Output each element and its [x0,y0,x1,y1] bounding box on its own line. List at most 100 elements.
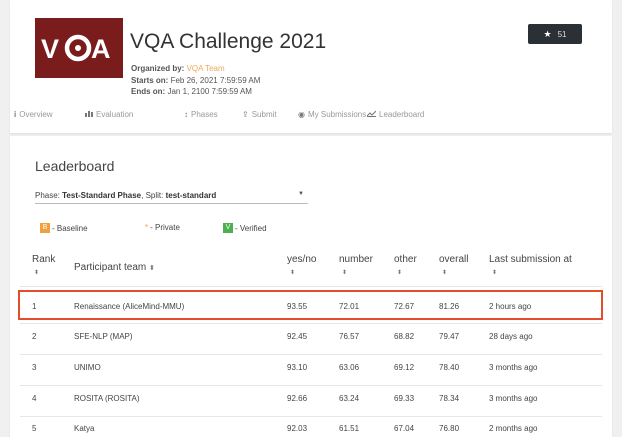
tab-label: Phases [191,110,218,119]
starts-on-label: Starts on: [131,76,169,85]
private-star-icon: * [145,223,149,232]
cell-other: 67.04 [394,424,415,433]
verified-badge: V [223,223,233,233]
cell-overall: 76.80 [439,424,460,433]
legend-verified: V - Verified [223,223,267,233]
table-row[interactable]: 3 UNIMO 93.10 63.06 69.12 78.40 3 months… [18,353,603,383]
line-chart-icon [366,110,377,119]
cell-team: SFE-NLP (MAP) [74,332,133,341]
col-other[interactable]: other [394,254,417,265]
cell-rank: 1 [32,302,37,311]
col-number[interactable]: number [339,254,373,265]
info-icon: i [14,110,17,119]
tab-phases[interactable]: ↕ Phases [184,110,218,119]
cell-team: ROSITA (ROSITA) [74,394,140,403]
cell-last-submission: 28 days ago [489,332,533,341]
cell-last-submission: 2 months ago [489,424,538,433]
cell-rank: 4 [32,394,37,403]
star-count: 51 [557,29,567,39]
cell-rank: 3 [32,363,37,372]
cell-rank: 2 [32,332,37,341]
organizer-link[interactable]: VQA Team [187,64,225,73]
cell-yesno: 92.03 [287,424,308,433]
table-row[interactable]: 1 Renaissance (AliceMind-MMU) 93.55 72.0… [18,290,603,320]
tab-label: My Submissions [307,110,367,119]
eye-icon: ◉ [298,110,305,119]
sort-icon[interactable]: ⬍ [342,269,347,276]
legend-baseline: B - Baseline [40,223,88,233]
cell-other: 69.33 [394,394,415,403]
cell-team: Katya [74,424,95,433]
cell-yesno: 92.66 [287,394,308,403]
challenge-header-card: V A VQA Challenge 2021 Organized by: VQA… [10,0,612,133]
legend-private: * - Private [145,223,180,232]
ends-on-label: Ends on: [131,87,166,96]
ends-on-value: Jan 1, 2100 7:59:59 AM [167,87,252,96]
row-separator [20,286,602,287]
cell-number: 76.57 [339,332,360,341]
col-team[interactable]: Participant team ⬍ [74,262,155,273]
svg-text:A: A [91,34,111,63]
table-row[interactable]: 2 SFE-NLP (MAP) 92.45 76.57 68.82 79.47 … [18,322,603,352]
cell-yesno: 93.55 [287,302,308,311]
challenge-title: VQA Challenge 2021 [130,30,327,53]
cell-number: 63.24 [339,394,360,403]
tab-leaderboard[interactable]: Leaderboard [366,110,425,119]
chevron-down-icon[interactable]: ▼ [298,191,304,197]
cell-last-submission: 2 hours ago [489,302,532,311]
phase-label: Phase: [35,191,60,200]
leaderboard-title: Leaderboard [35,158,115,174]
sort-icon[interactable]: ⬍ [34,269,39,276]
vqa-logo-mark: V A [41,34,111,63]
sort-icon[interactable]: ⬍ [290,269,295,276]
tab-label: Submit [251,110,277,119]
col-yesno[interactable]: yes/no [287,254,316,265]
tab-label: Evaluation [96,110,134,119]
tab-label: Leaderboard [379,110,425,119]
cell-rank: 5 [32,424,37,433]
vqa-logo: V A [35,18,123,78]
col-rank[interactable]: Rank [32,254,55,265]
col-team-label: Participant team [74,262,147,273]
organized-by: Organized by: VQA Team [131,64,225,73]
table-row[interactable]: 5 Katya 92.03 61.51 67.04 76.80 2 months… [18,414,603,437]
cell-overall: 78.34 [439,394,460,403]
star-button[interactable]: ★ 51 [528,24,582,44]
sort-icon[interactable]: ⬍ [442,269,447,276]
cell-number: 72.01 [339,302,360,311]
upload-icon: ⇪ [242,110,249,119]
starts-on-value: Feb 26, 2021 7:59:59 AM [170,76,261,85]
cell-other: 68.82 [394,332,415,341]
cell-last-submission: 3 months ago [489,394,538,403]
star-icon: ★ [543,28,552,39]
col-overall[interactable]: overall [439,254,468,265]
cell-other: 72.67 [394,302,415,311]
sort-icon[interactable]: ⬍ [397,269,402,276]
phase-select-underline [35,203,308,204]
cell-last-submission: 3 months ago [489,363,538,372]
baseline-label: - Baseline [52,223,88,233]
cell-other: 69.12 [394,363,415,372]
starts-on: Starts on: Feb 26, 2021 7:59:59 AM [131,76,260,85]
tab-label: Overview [19,110,53,119]
cell-number: 63.06 [339,363,360,372]
cell-yesno: 92.45 [287,332,308,341]
sort-icon[interactable]: ⬍ [492,269,497,276]
tab-submit[interactable]: ⇪ Submit [242,110,277,119]
baseline-badge: B [40,223,50,233]
cell-yesno: 93.10 [287,363,308,372]
col-last-submission[interactable]: Last submission at [489,254,572,265]
bar-chart-icon [85,110,93,119]
phases-icon: ↕ [184,110,188,119]
tab-my-submissions[interactable]: ◉ My Submissions [298,110,366,119]
svg-text:V: V [41,34,59,63]
phase-select[interactable]: Phase: Test-Standard Phase, Split: test-… [35,191,216,200]
split-value: test-standard [165,191,217,200]
table-row[interactable]: 4 ROSITA (ROSITA) 92.66 63.24 69.33 78.3… [18,384,603,414]
private-label: - Private [150,223,180,232]
cell-team: UNIMO [74,363,101,372]
organized-by-label: Organized by: [131,64,185,73]
tab-overview[interactable]: i Overview [14,110,53,119]
tab-evaluation[interactable]: Evaluation [85,110,133,119]
cell-team: Renaissance (AliceMind-MMU) [74,302,185,311]
